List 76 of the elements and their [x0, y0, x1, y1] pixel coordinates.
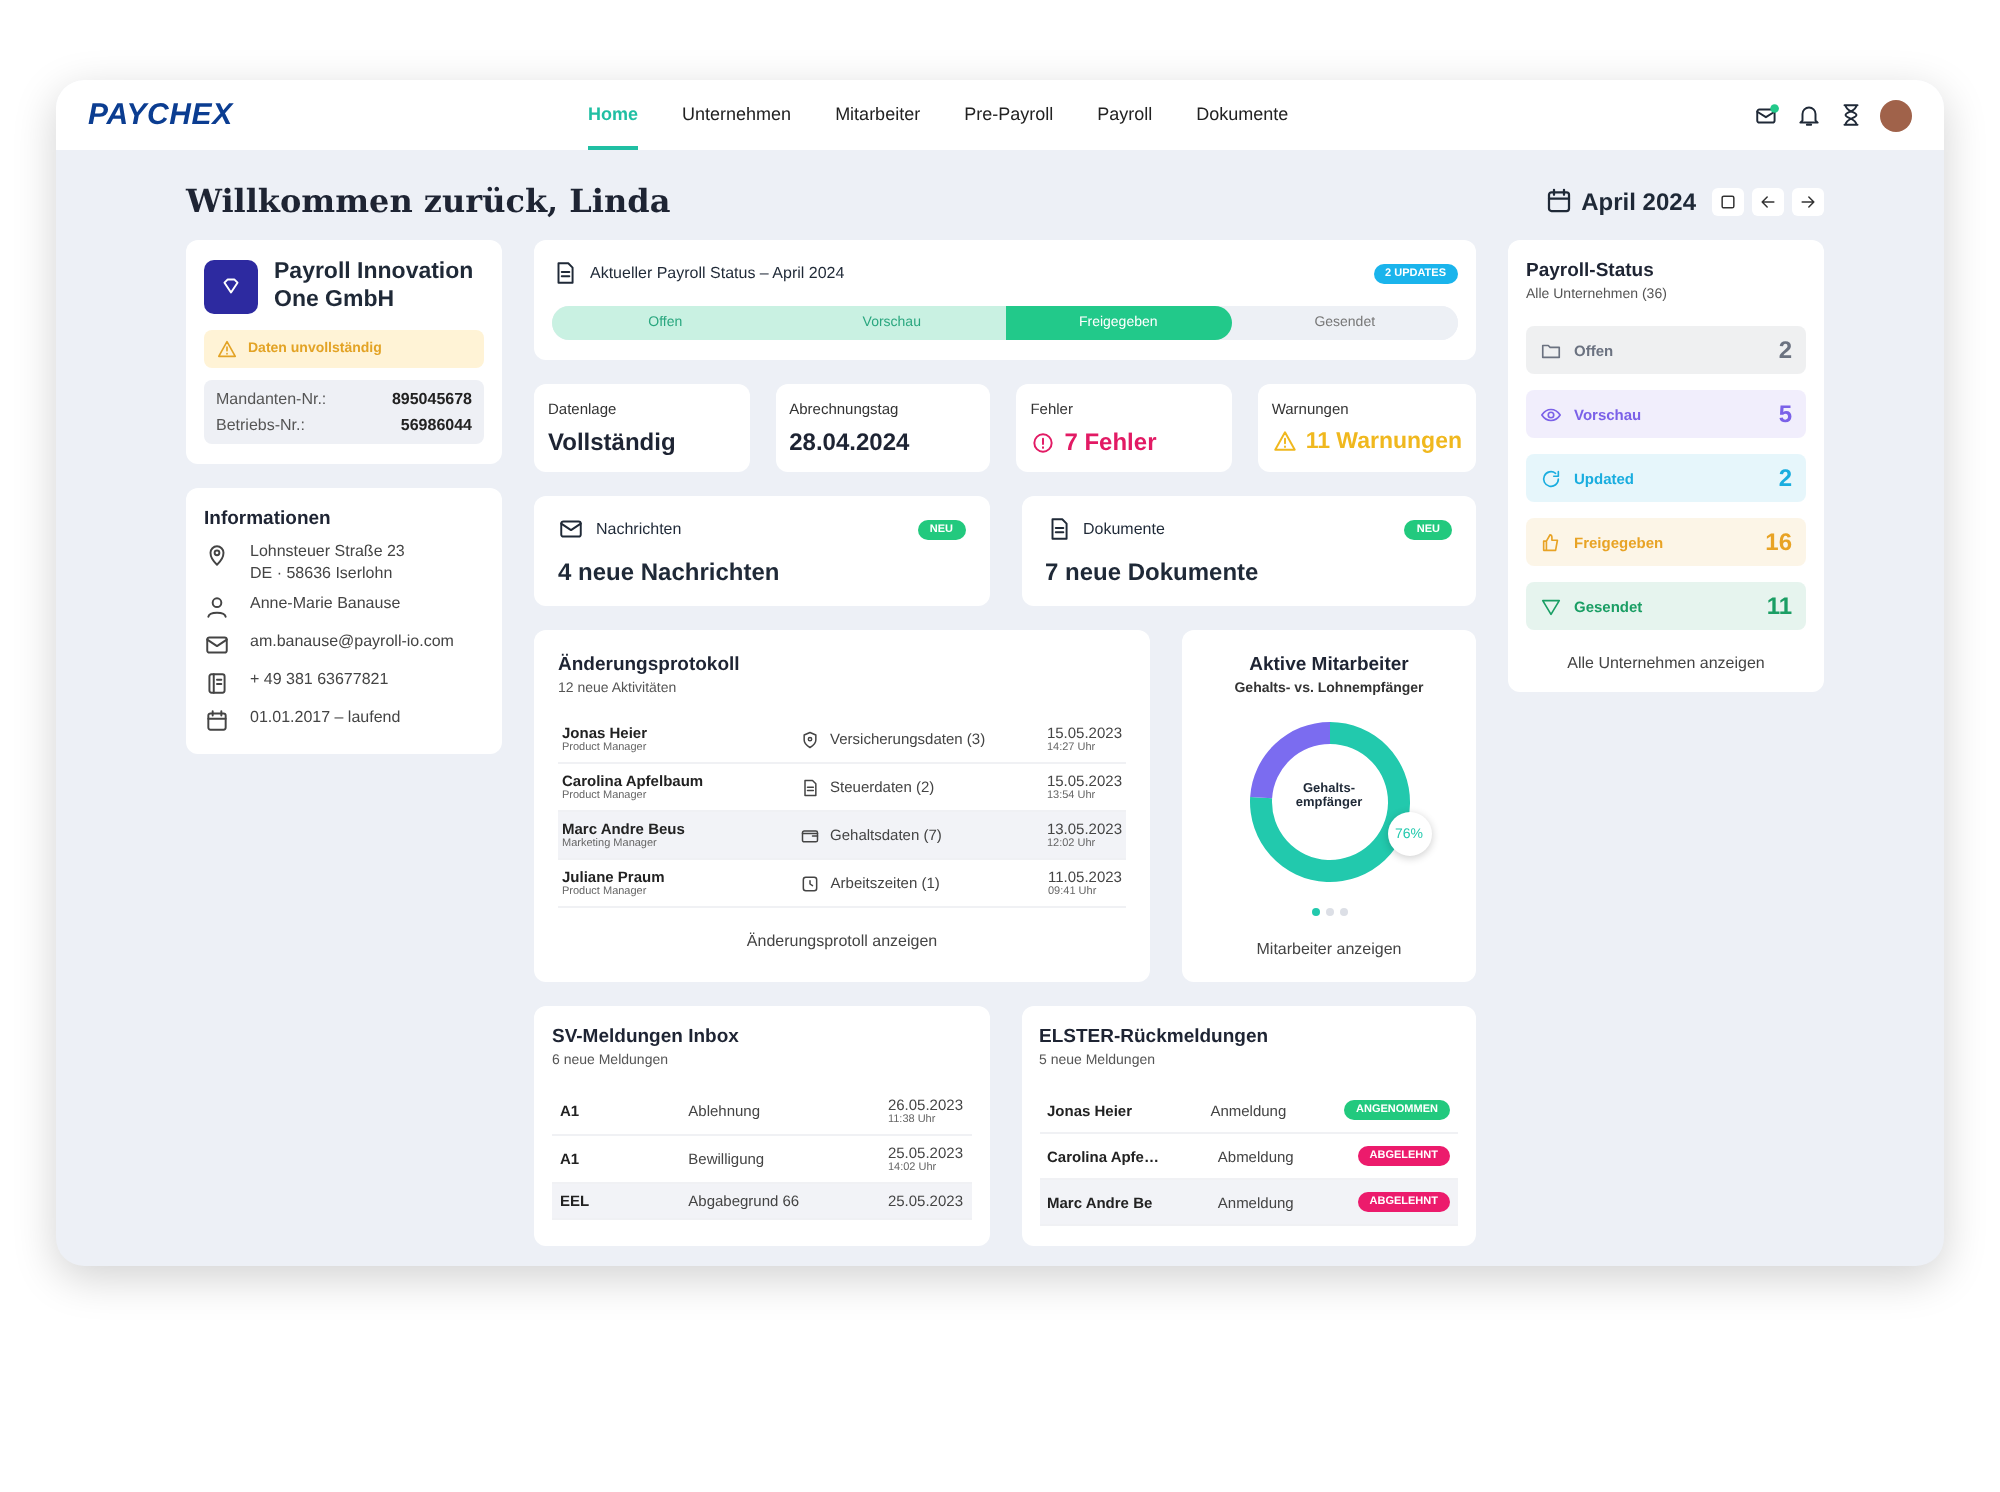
- calendar-button[interactable]: [1712, 187, 1744, 215]
- info-text: Anne-Marie Banause: [250, 593, 401, 612]
- month-label: April 2024: [1581, 187, 1696, 215]
- nav-tab[interactable]: Pre-Payroll: [964, 80, 1054, 150]
- wallet-icon: [800, 825, 821, 845]
- status-count: 5: [1778, 400, 1792, 428]
- id-value: 895045678: [391, 389, 472, 408]
- person-icon: [204, 593, 230, 620]
- show-companies-link[interactable]: Alle Unternehmen anzeigen: [1526, 654, 1806, 672]
- nav-tab[interactable]: Mitarbeiter: [835, 80, 921, 150]
- thumbs-up-icon: [1540, 531, 1562, 553]
- stat-value: Vollständig: [548, 428, 676, 456]
- id-label: Betriebs-Nr.:: [216, 415, 305, 434]
- card-title: Aktive Mitarbeiter: [1249, 654, 1409, 676]
- bell-icon[interactable]: [1796, 102, 1822, 128]
- id-value: 56986044: [400, 415, 472, 434]
- envelope-icon: [558, 516, 584, 542]
- show-employees-link[interactable]: Mitarbeiter anzeigen: [1256, 940, 1402, 958]
- warning-icon: [1271, 428, 1298, 454]
- envelope-icon[interactable]: [1754, 102, 1780, 128]
- nav-tab[interactable]: Unternehmen: [682, 80, 792, 150]
- show-changelog-link[interactable]: Änderungsprotoll anzeigen: [558, 932, 1126, 950]
- info-text: 01.01.2017 – laufend: [250, 707, 401, 726]
- eye-icon: [1540, 403, 1562, 425]
- info-text: am.banause@payroll-io.com: [250, 631, 454, 650]
- previous-button[interactable]: [1752, 187, 1784, 215]
- arrow-right-icon: [1798, 191, 1818, 211]
- id-label: Mandanten-Nr.:: [216, 389, 327, 408]
- status-count: 16: [1765, 528, 1792, 556]
- carousel-dot[interactable]: [1311, 908, 1319, 916]
- shield-icon: [800, 729, 821, 749]
- page-title: Willkommen zurück, Linda: [186, 182, 671, 220]
- calendar-icon: [1543, 186, 1574, 216]
- document-icon: [552, 260, 578, 286]
- info-text: + 49 381 63677821: [250, 669, 389, 688]
- info-text: DE · 58636 Iserlohn: [250, 563, 395, 582]
- arrow-left-icon: [1758, 191, 1778, 211]
- card-title: ELSTER-Rückmeldungen: [1039, 1026, 1271, 1048]
- document-icon: [800, 777, 821, 797]
- stat-value: 28.04.2024: [789, 428, 910, 456]
- avatar[interactable]: [1880, 99, 1912, 131]
- square-icon: [1718, 191, 1738, 211]
- map-pin-icon: [204, 541, 230, 568]
- news-count: 4 neue Nachrichten: [558, 558, 782, 586]
- card-title: Änderungsprotokoll: [558, 654, 742, 676]
- carousel-dot[interactable]: [1325, 908, 1333, 916]
- folder-icon: [1540, 339, 1562, 361]
- status-count: 2: [1778, 336, 1792, 364]
- card-label: Dokumente: [1083, 520, 1167, 538]
- company-name: Payroll Innovation One GmbH: [274, 260, 476, 316]
- error-icon: [1030, 429, 1057, 455]
- card-title: SV-Meldungen Inbox: [552, 1026, 741, 1048]
- card-title: Aktueller Payroll Status – April 2024: [590, 264, 847, 282]
- stat-value: 7 Fehler: [1064, 428, 1157, 456]
- envelope-icon: [204, 631, 230, 658]
- clock-icon: [800, 873, 821, 893]
- nav-tab[interactable]: Dokumente: [1196, 80, 1289, 150]
- card-title: Payroll-Status: [1526, 260, 1656, 282]
- info-text: Lohnsteuer Straße 23: [250, 541, 405, 560]
- stat-value: 11 Warnungen: [1305, 429, 1462, 453]
- carousel-dot[interactable]: [1339, 908, 1347, 916]
- card-label: Nachrichten: [596, 520, 684, 538]
- card-title: Informationen: [204, 507, 333, 530]
- phone-book-icon: [204, 669, 230, 696]
- hourglass-icon[interactable]: [1838, 102, 1864, 128]
- next-button[interactable]: [1792, 187, 1824, 215]
- company-logo-icon: [204, 260, 258, 315]
- refresh-icon: [1540, 467, 1562, 489]
- nav-tab[interactable]: Payroll: [1097, 80, 1153, 150]
- news-count: 7 neue Dokumente: [1045, 558, 1261, 586]
- triangle-icon: [1540, 595, 1562, 617]
- calendar-icon: [204, 707, 230, 734]
- logo[interactable]: PAYCHEX: [88, 98, 588, 132]
- warning-icon: [216, 337, 238, 360]
- status-count: 2: [1778, 464, 1792, 492]
- status-count: 11: [1766, 592, 1792, 620]
